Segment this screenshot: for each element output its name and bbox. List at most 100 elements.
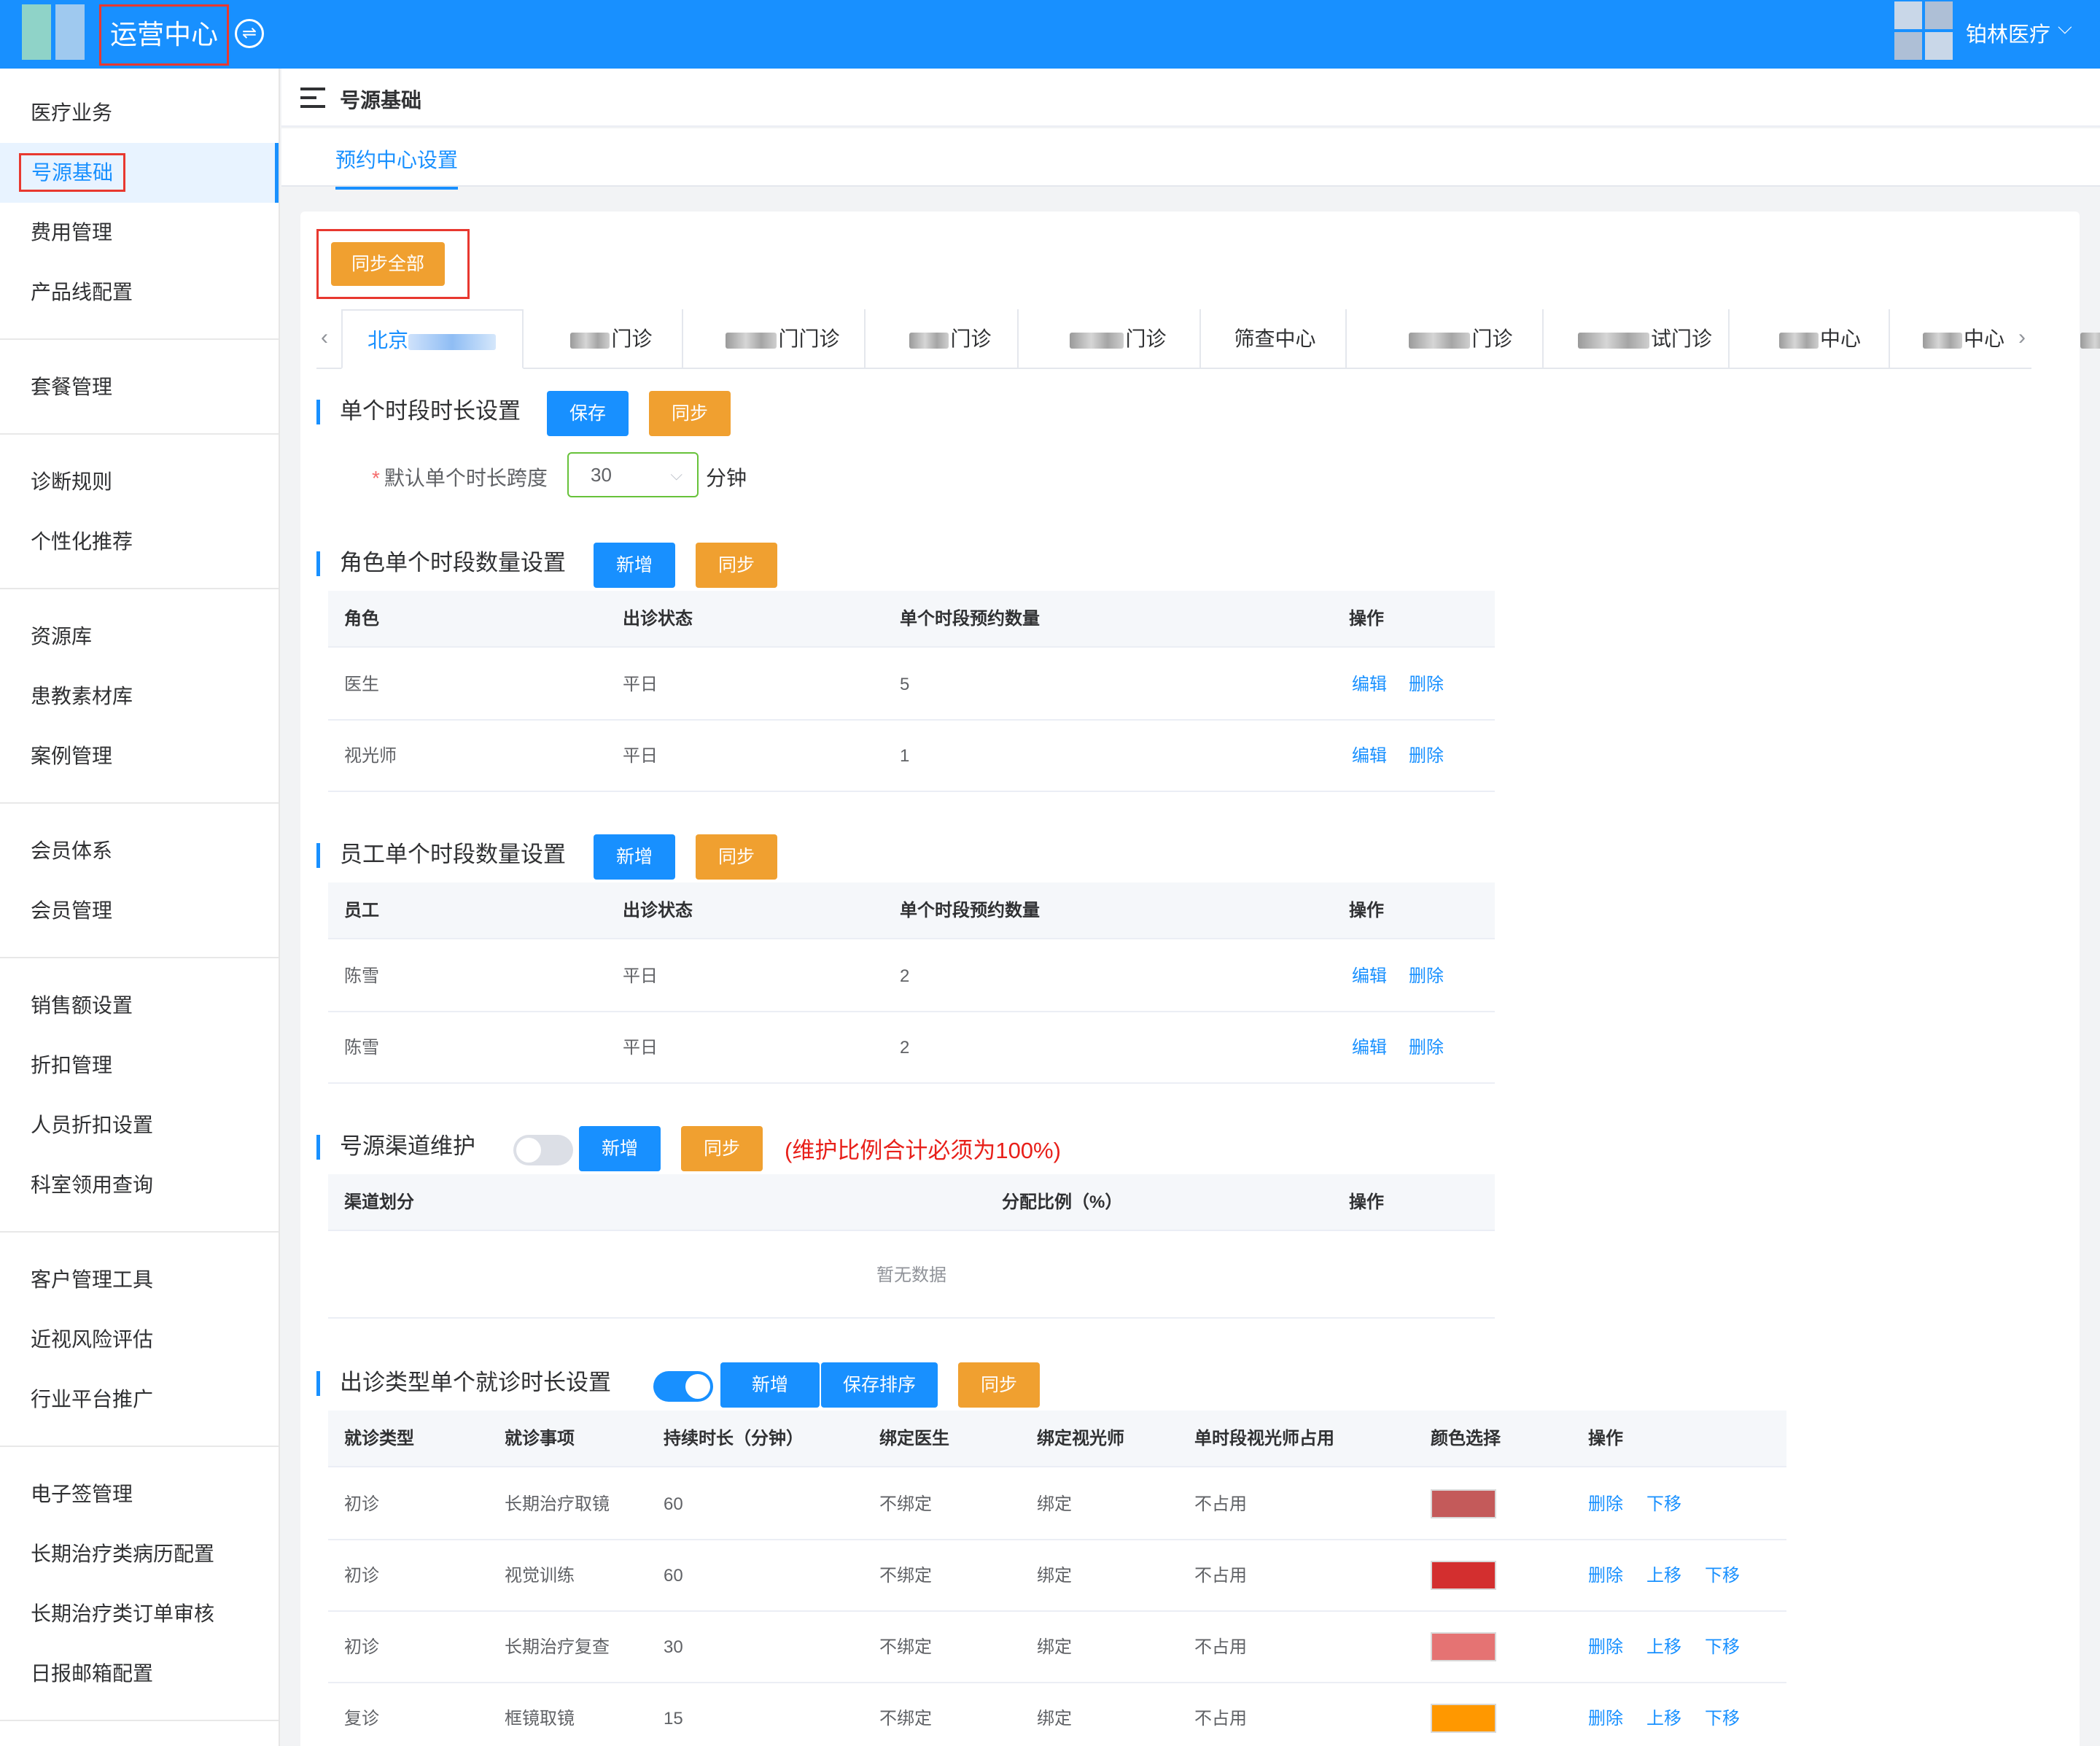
color-swatch[interactable] xyxy=(1431,1489,1496,1518)
duration-select[interactable]: 30 ⌵ xyxy=(567,452,699,497)
sync-duration-button[interactable]: 同步 xyxy=(649,391,731,436)
user-name[interactable]: 铂林医疗 xyxy=(1966,18,2050,48)
sidebar-item[interactable]: 电子签管理 xyxy=(0,1464,279,1524)
clinic-tab[interactable]: 门诊 xyxy=(884,309,1019,369)
sidebar-item[interactable]: 案例管理 xyxy=(0,726,279,786)
table-cell: 长期治疗取镜 xyxy=(505,1494,610,1514)
clinic-tab[interactable]: 门诊 xyxy=(541,309,683,369)
visit-type-toggle[interactable] xyxy=(653,1371,713,1402)
delete-link[interactable]: 删除 xyxy=(1588,1683,1623,1746)
sync-role-button[interactable]: 同步 xyxy=(696,543,777,588)
clinic-tab[interactable]: 筛查中心 xyxy=(1205,309,1347,369)
color-swatch[interactable] xyxy=(1431,1561,1496,1590)
clinic-tab[interactable]: 中心 xyxy=(1912,309,2015,369)
sidebar-item[interactable]: 人员折扣设置 xyxy=(0,1095,279,1155)
sync-channel-button[interactable]: 同步 xyxy=(681,1126,763,1171)
sidebar-item[interactable]: 科室领用查询 xyxy=(0,1155,279,1215)
clinic-tab-label: 门诊 xyxy=(611,327,653,350)
sidebar-item[interactable]: 产品线配置 xyxy=(0,263,279,322)
move-up-link[interactable]: 上移 xyxy=(1646,1683,1681,1746)
channel-toggle[interactable] xyxy=(513,1135,573,1165)
move-down-link[interactable]: 下移 xyxy=(1705,1540,1740,1612)
sidebar-item-label: 资源库 xyxy=(31,625,93,648)
toggle-knob xyxy=(516,1138,541,1163)
color-swatch[interactable] xyxy=(1431,1632,1496,1661)
sidebar-item[interactable]: 会员体系 xyxy=(0,821,279,881)
delete-link[interactable]: 删除 xyxy=(1588,1612,1623,1683)
swap-icon[interactable]: ⇌ xyxy=(235,19,264,48)
edit-link[interactable]: 编辑 xyxy=(1352,649,1387,721)
sidebar-item[interactable]: 会员管理 xyxy=(0,881,279,941)
clinic-tab[interactable]: 门诊 xyxy=(1037,309,1201,369)
sync-all-button[interactable]: 同步全部 xyxy=(331,242,445,286)
sidebar-item[interactable]: 长期治疗类订单审核 xyxy=(0,1584,279,1644)
table-cell: 1 xyxy=(900,746,910,766)
sidebar-item[interactable]: 患教素材库 xyxy=(0,667,279,726)
move-down-link[interactable]: 下移 xyxy=(1646,1469,1681,1540)
column-header: 颜色选择 xyxy=(1431,1429,1501,1448)
delete-link[interactable]: 删除 xyxy=(1409,941,1444,1012)
clinic-tab[interactable]: 门门诊 xyxy=(701,309,866,369)
sidebar-item[interactable]: 近视风险评估 xyxy=(0,1310,279,1370)
sidebar-item[interactable]: 销售额设置 xyxy=(0,976,279,1036)
move-up-link[interactable]: 上移 xyxy=(1646,1540,1681,1612)
menu-fold-icon[interactable] xyxy=(300,88,325,108)
sidebar-item[interactable]: 长期治疗类病历配置 xyxy=(0,1524,279,1584)
edit-link[interactable]: 编辑 xyxy=(1352,1012,1387,1084)
sidebar-item[interactable]: 套餐管理 xyxy=(0,357,279,417)
sidebar-item[interactable]: 折扣管理 xyxy=(0,1036,279,1095)
page-title: 号源基础 xyxy=(340,89,422,112)
delete-link[interactable]: 删除 xyxy=(1588,1540,1623,1612)
save-order-button[interactable]: 保存排序 xyxy=(821,1362,938,1408)
add-role-button[interactable]: 新增 xyxy=(594,543,675,588)
app-title[interactable]: 运营中心 xyxy=(99,4,229,66)
edit-link[interactable]: 编辑 xyxy=(1352,721,1387,792)
clinic-tab[interactable]: 中心 xyxy=(1751,309,1890,369)
delete-link[interactable]: 删除 xyxy=(1409,649,1444,721)
sidebar-item[interactable]: 诊断规则 xyxy=(0,452,279,512)
chevron-right-icon[interactable]: › xyxy=(2018,325,2026,350)
delete-link[interactable]: 删除 xyxy=(1409,1012,1444,1084)
clinic-tab-label: 试门诊 xyxy=(1650,327,1712,350)
delete-link[interactable]: 删除 xyxy=(1588,1469,1623,1540)
sidebar-item-label: 长期治疗类订单审核 xyxy=(31,1602,215,1625)
avatar[interactable] xyxy=(1894,1,1953,60)
tab-appointment-center-settings[interactable]: 预约中心设置 xyxy=(335,144,459,190)
add-channel-button[interactable]: 新增 xyxy=(579,1126,661,1171)
clinic-tab[interactable]: 门诊 xyxy=(1380,309,1544,369)
app-logo xyxy=(22,4,85,60)
table-cell: 60 xyxy=(664,1566,683,1586)
clinic-tab[interactable]: 试门诊 xyxy=(1562,309,1730,369)
redacted-text xyxy=(408,333,496,350)
sidebar-item[interactable]: 客户管理工具 xyxy=(0,1250,279,1310)
chevron-left-icon[interactable]: ‹ xyxy=(321,325,328,350)
sidebar-item-label: 行业平台推广 xyxy=(31,1388,154,1411)
move-down-link[interactable]: 下移 xyxy=(1705,1683,1740,1746)
move-up-link[interactable]: 上移 xyxy=(1646,1612,1681,1683)
color-swatch[interactable] xyxy=(1431,1704,1496,1733)
sidebar-item[interactable]: 日报邮箱配置 xyxy=(0,1644,279,1704)
redacted-text xyxy=(1409,332,1471,349)
table-cell: 不占用 xyxy=(1194,1566,1247,1586)
sidebar-item[interactable]: 个性化推荐 xyxy=(0,512,279,572)
clinic-tab-label: 中心 xyxy=(1819,327,1861,350)
sidebar-item[interactable]: 号源基础 xyxy=(0,143,279,203)
chevron-down-icon: ⌵ xyxy=(670,465,682,484)
sidebar-item[interactable]: 行业平台推广 xyxy=(0,1370,279,1429)
add-visit-type-button[interactable]: 新增 xyxy=(720,1362,820,1408)
edit-link[interactable]: 编辑 xyxy=(1352,941,1387,1012)
section-title-channel: 号源渠道维护 xyxy=(316,1132,475,1161)
sidebar-item-label: 诊断规则 xyxy=(31,470,113,493)
sidebar-item[interactable]: 费用管理 xyxy=(0,203,279,263)
add-staff-button[interactable]: 新增 xyxy=(594,834,675,880)
sync-staff-button[interactable]: 同步 xyxy=(696,834,777,880)
save-duration-button[interactable]: 保存 xyxy=(547,391,629,436)
sidebar-item[interactable]: 医疗业务 xyxy=(0,83,279,143)
sync-visit-type-button[interactable]: 同步 xyxy=(958,1362,1040,1408)
chevron-down-icon[interactable]: ⌵ xyxy=(2058,16,2072,39)
clinic-tab[interactable]: 医疗 xyxy=(2065,309,2100,369)
delete-link[interactable]: 删除 xyxy=(1409,721,1444,792)
sidebar-item[interactable]: 资源库 xyxy=(0,607,279,667)
move-down-link[interactable]: 下移 xyxy=(1705,1612,1740,1683)
clinic-tab[interactable]: 北京 xyxy=(341,309,524,369)
